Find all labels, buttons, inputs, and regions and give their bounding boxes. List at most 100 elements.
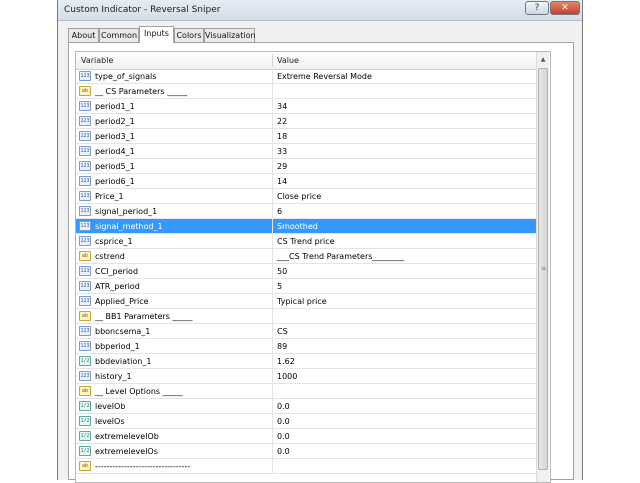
variable-name: period3_1 — [95, 132, 135, 141]
variable-value[interactable]: CS Trend price — [277, 237, 335, 246]
integer-type-icon: 123 — [79, 326, 91, 336]
tab-visualization[interactable]: Visualization — [204, 28, 256, 42]
variable-name: signal_method_1 — [95, 222, 163, 231]
variable-value[interactable]: 22 — [277, 117, 287, 126]
variable-value[interactable]: ___CS Trend Parameters________ — [277, 252, 404, 261]
table-row[interactable]: 123 bboncsema_1 CS — [76, 324, 536, 339]
variable-value[interactable]: Typical price — [277, 297, 327, 306]
scroll-up-arrow-icon[interactable]: ▲ — [537, 52, 549, 67]
cell-divider — [272, 294, 273, 309]
indicator-dialog: Custom Indicator - Reversal Sniper ? ✕ A… — [57, 0, 583, 483]
tab-inputs[interactable]: Inputs — [139, 26, 174, 43]
cell-divider — [272, 204, 273, 219]
variable-value[interactable]: 0.0 — [277, 447, 290, 456]
string-type-icon: ab — [79, 251, 91, 261]
table-row[interactable]: ab __ Level Options _____ — [76, 384, 536, 399]
variable-name: __ BB1 Parameters _____ — [95, 312, 193, 321]
table-row[interactable]: ab --------------------------------- — [76, 459, 536, 474]
grid-header: Variable Value — [76, 52, 536, 70]
double-type-icon: 1/2 — [79, 401, 91, 411]
table-row[interactable]: 1/2 extremelevelOs 0.0 — [76, 444, 536, 459]
cell-divider — [272, 369, 273, 384]
integer-type-icon: 123 — [79, 116, 91, 126]
table-row[interactable]: 123 csprice_1 CS Trend price — [76, 234, 536, 249]
variable-column-header[interactable]: Variable — [81, 56, 113, 65]
integer-type-icon: 123 — [79, 296, 91, 306]
variable-name: --------------------------------- — [95, 462, 191, 471]
inputs-panel: Variable Value 123 type_of_signals Extreme… — [68, 42, 574, 483]
variable-value[interactable]: 1000 — [277, 372, 297, 381]
double-type-icon: 1/2 — [79, 356, 91, 366]
table-row[interactable]: 1/2 bbdeviation_1 1.62 — [76, 354, 536, 369]
variable-value[interactable]: 29 — [277, 162, 287, 171]
cell-divider — [272, 279, 273, 294]
window-title: Custom Indicator - Reversal Sniper — [64, 5, 221, 15]
vertical-scrollbar[interactable]: ▲ ≡ — [536, 52, 549, 482]
variable-value[interactable]: 50 — [277, 267, 287, 276]
cell-divider — [272, 264, 273, 279]
integer-type-icon: 123 — [79, 161, 91, 171]
cell-divider — [272, 114, 273, 129]
table-row[interactable]: 123 signal_method_1 Smoothed — [76, 219, 536, 234]
table-row[interactable]: 123 period3_1 18 — [76, 129, 536, 144]
table-row[interactable]: 123 history_1 1000 — [76, 369, 536, 384]
close-button[interactable]: ✕ — [550, 1, 580, 15]
table-row[interactable]: 1/2 levelOb 0.0 — [76, 399, 536, 414]
scroll-thumb[interactable]: ≡ — [538, 68, 548, 470]
cell-divider — [272, 129, 273, 144]
table-row[interactable]: 123 type_of_signals Extreme Reversal Mode — [76, 69, 536, 84]
variable-value[interactable]: 0.0 — [277, 417, 290, 426]
variable-value[interactable]: 33 — [277, 147, 287, 156]
double-type-icon: 1/2 — [79, 431, 91, 441]
table-row[interactable]: 123 Price_1 Close price — [76, 189, 536, 204]
tab-common[interactable]: Common — [99, 28, 139, 42]
table-row[interactable]: 123 period5_1 29 — [76, 159, 536, 174]
variable-value[interactable]: 89 — [277, 342, 287, 351]
tab-colors[interactable]: Colors — [174, 28, 204, 42]
integer-type-icon: 123 — [79, 176, 91, 186]
variable-name: Applied_Price — [95, 297, 149, 306]
header-divider[interactable] — [272, 54, 273, 67]
variable-name: period4_1 — [95, 147, 135, 156]
variable-value[interactable]: 0.0 — [277, 432, 290, 441]
tab-about[interactable]: About — [68, 28, 99, 42]
table-row[interactable]: 123 period6_1 14 — [76, 174, 536, 189]
variable-value[interactable]: 18 — [277, 132, 287, 141]
variable-value[interactable]: 14 — [277, 177, 287, 186]
variable-name: __ Level Options _____ — [95, 387, 183, 396]
table-row[interactable]: ab __ BB1 Parameters _____ — [76, 309, 536, 324]
integer-type-icon: 123 — [79, 266, 91, 276]
variable-value[interactable]: Close price — [277, 192, 321, 201]
variable-value[interactable]: 1.62 — [277, 357, 295, 366]
table-row[interactable]: 1/2 extremelevelOb 0.0 — [76, 429, 536, 444]
value-column-header[interactable]: Value — [277, 56, 299, 65]
cell-divider — [272, 414, 273, 429]
cell-divider — [272, 444, 273, 459]
string-type-icon: ab — [79, 311, 91, 321]
table-row[interactable]: 123 signal_period_1 6 — [76, 204, 536, 219]
table-row[interactable]: ab cstrend ___CS Trend Parameters________ — [76, 249, 536, 264]
variable-value[interactable]: 6 — [277, 207, 282, 216]
variable-value[interactable]: 5 — [277, 282, 282, 291]
table-row[interactable]: ab __ CS Parameters _____ — [76, 84, 536, 99]
help-button[interactable]: ? — [525, 1, 549, 15]
variable-value[interactable]: Extreme Reversal Mode — [277, 72, 372, 81]
variable-value[interactable]: CS — [277, 327, 288, 336]
variable-value[interactable]: 34 — [277, 102, 287, 111]
table-row[interactable]: 123 period2_1 22 — [76, 114, 536, 129]
variable-name: bbperiod_1 — [95, 342, 140, 351]
table-row[interactable]: 123 Applied_Price Typical price — [76, 294, 536, 309]
table-row[interactable]: 123 bbperiod_1 89 — [76, 339, 536, 354]
table-row[interactable]: 123 ATR_period 5 — [76, 279, 536, 294]
variable-value[interactable]: Smoothed — [277, 222, 318, 231]
table-row[interactable]: 1/2 levelOs 0.0 — [76, 414, 536, 429]
table-row[interactable]: 123 period4_1 33 — [76, 144, 536, 159]
string-type-icon: ab — [79, 86, 91, 96]
cell-divider — [272, 69, 273, 84]
string-type-icon: ab — [79, 386, 91, 396]
table-row[interactable]: 123 CCI_period 50 — [76, 264, 536, 279]
variable-value[interactable]: 0.0 — [277, 402, 290, 411]
integer-type-icon: 123 — [79, 206, 91, 216]
table-row[interactable]: 123 period1_1 34 — [76, 99, 536, 114]
variable-name: bboncsema_1 — [95, 327, 151, 336]
